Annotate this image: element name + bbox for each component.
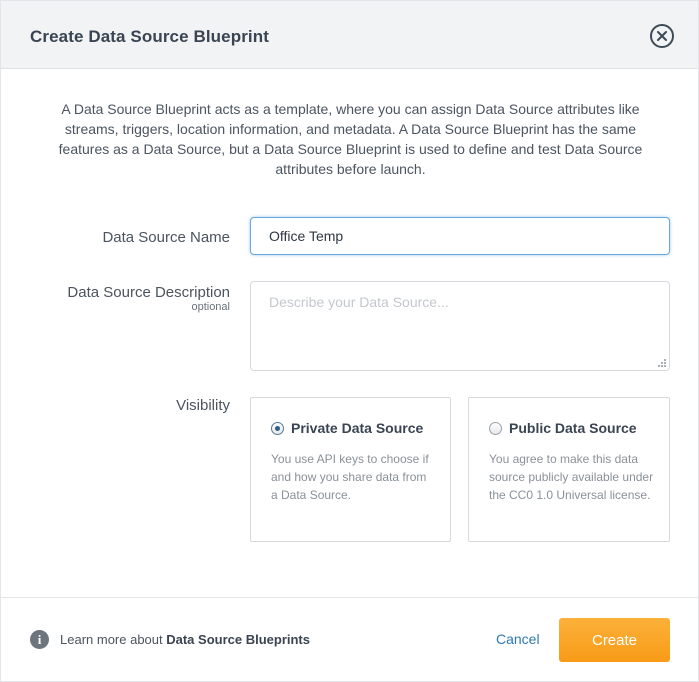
cancel-button[interactable]: Cancel	[496, 631, 540, 647]
visibility-label: Visibility	[176, 397, 230, 414]
intro-text: A Data Source Blueprint acts as a templa…	[58, 101, 643, 177]
dialog-header: Create Data Source Blueprint	[1, 1, 698, 69]
public-data-source-option[interactable]: Public Data Source You agree to make thi…	[468, 397, 670, 542]
info-icon: i	[30, 630, 49, 649]
resize-grip-icon[interactable]	[655, 356, 667, 368]
data-source-blueprints-link[interactable]: Data Source Blueprints	[166, 632, 310, 647]
private-radio-button[interactable]	[271, 422, 284, 435]
footer-divider	[1, 597, 698, 598]
data-source-description-input[interactable]	[250, 281, 670, 371]
private-option-description: You use API keys to choose if and how yo…	[271, 452, 429, 502]
learn-more-text: Learn more about Data Source Blueprints	[60, 632, 310, 647]
learn-more-prefix: Learn more about	[60, 632, 167, 647]
name-label: Data Source Name	[102, 229, 230, 246]
public-option-title: Public Data Source	[509, 420, 637, 436]
data-source-name-input[interactable]	[250, 217, 670, 255]
close-x-glyph	[657, 31, 667, 41]
public-radio-button[interactable]	[489, 422, 502, 435]
description-optional-label: optional	[191, 301, 230, 313]
private-data-source-option[interactable]: Private Data Source You use API keys to …	[250, 397, 451, 542]
create-blueprint-dialog: Create Data Source Blueprint A Data Sour…	[0, 0, 699, 682]
dialog-title: Create Data Source Blueprint	[30, 27, 269, 46]
close-icon[interactable]	[650, 24, 674, 48]
description-label: Data Source Description	[67, 284, 230, 301]
private-option-title: Private Data Source	[291, 420, 424, 436]
public-option-description: You agree to make this data source publi…	[489, 452, 654, 502]
create-button[interactable]: Create	[559, 618, 670, 662]
